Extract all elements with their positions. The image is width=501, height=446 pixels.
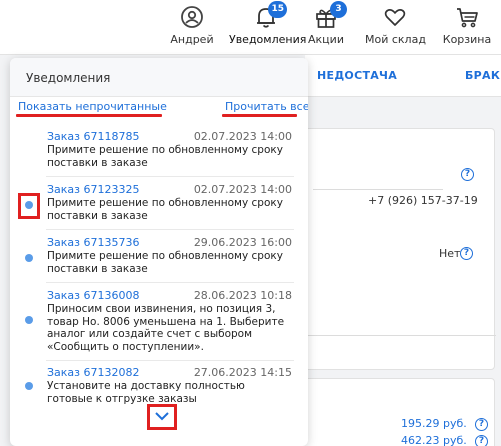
- highlight-box: [18, 193, 40, 219]
- background-tabs: НЕДОСТАЧА БРАК: [305, 55, 501, 97]
- read-all-link[interactable]: Прочитать все: [225, 100, 308, 113]
- gift-icon: 3: [313, 1, 347, 30]
- notification-item[interactable]: Заказ 67132082 27.06.2023 14:15 Установи…: [10, 366, 308, 406]
- nav-profile-label: Андрей: [170, 33, 214, 46]
- card-divider: [301, 335, 496, 336]
- cart-icon: [454, 4, 480, 30]
- chevron-down-icon: [155, 412, 169, 421]
- background-card-prices: 195.29 руб. ? 462.23 руб. ?: [300, 378, 495, 446]
- notifications-panel: Уведомления Показать непрочитанные Прочи…: [10, 58, 308, 446]
- nav-promotions[interactable]: 3 Акции: [302, 1, 350, 46]
- help-icon[interactable]: ?: [461, 168, 474, 181]
- notification-message: Примите решение по обновленному сроку по…: [47, 144, 283, 169]
- notification-date: 29.06.2023 16:00: [193, 236, 292, 249]
- nav-notifications[interactable]: 15 Уведомления: [229, 1, 307, 46]
- nav-promotions-label: Акции: [308, 33, 344, 46]
- top-header: Андрей 15 Уведомления 3 Акции Мой склад …: [0, 0, 501, 55]
- item-separator: [46, 176, 294, 177]
- help-icon[interactable]: ?: [460, 247, 473, 260]
- order-link[interactable]: Заказ 67118785: [47, 130, 140, 143]
- heart-icon: [382, 4, 408, 30]
- tab-shortage[interactable]: НЕДОСТАЧА: [317, 69, 397, 82]
- notification-message: Примите решение по обновленному сроку по…: [47, 197, 283, 222]
- phone-number: +7 (926) 157-37-19: [368, 194, 478, 207]
- panel-title: Уведомления: [26, 71, 111, 85]
- nav-cart[interactable]: Корзина: [437, 4, 497, 46]
- item-separator: [46, 360, 294, 361]
- highlight-underline: [16, 114, 162, 117]
- panel-divider: [10, 96, 308, 97]
- notification-date: 27.06.2023 14:15: [193, 366, 292, 379]
- notification-item[interactable]: Заказ 67135736 29.06.2023 16:00 Примите …: [10, 236, 308, 278]
- highlight-underline: [222, 114, 297, 117]
- background-card-info: ? +7 (926) 157-37-19 Нет ?: [300, 128, 496, 370]
- show-unread-link[interactable]: Показать непрочитанные: [18, 100, 167, 113]
- tab-defect[interactable]: БРАК: [465, 69, 500, 82]
- order-link[interactable]: Заказ 67136008: [47, 289, 140, 302]
- nav-notifications-label: Уведомления: [229, 33, 307, 46]
- nav-profile[interactable]: Андрей: [162, 4, 222, 46]
- notification-date: 02.07.2023 14:00: [193, 183, 292, 196]
- notification-date: 02.07.2023 14:00: [193, 130, 292, 143]
- nav-cart-label: Корзина: [442, 33, 492, 46]
- unread-dot: [25, 254, 33, 262]
- notifications-list: Заказ 67118785 02.07.2023 14:00 Примите …: [10, 126, 308, 406]
- notification-message: Примите решение по обновленному сроку по…: [47, 250, 283, 275]
- unread-dot: [25, 316, 33, 324]
- item-separator: [46, 229, 294, 230]
- notification-message: Установите на доставку полностью готовые…: [47, 380, 245, 405]
- price-value: 462.23 руб.: [401, 434, 467, 446]
- no-value: Нет: [439, 247, 461, 260]
- order-link[interactable]: Заказ 67123325: [47, 183, 140, 196]
- notification-item[interactable]: Заказ 67118785 02.07.2023 14:00 Примите …: [10, 130, 308, 172]
- notification-item[interactable]: Заказ 67136008 28.06.2023 10:18 Приносим…: [10, 289, 308, 355]
- item-separator: [46, 282, 294, 283]
- notification-message: Приносим свои извинения, но позиция 3, т…: [47, 303, 285, 353]
- order-link[interactable]: Заказ 67132082: [47, 366, 140, 379]
- unread-dot: [25, 382, 33, 390]
- nav-my-warehouse-label: Мой склад: [365, 33, 426, 46]
- user-icon: [179, 4, 205, 30]
- notification-item[interactable]: Заказ 67123325 02.07.2023 14:00 Примите …: [10, 183, 308, 225]
- notification-date: 28.06.2023 10:18: [193, 289, 292, 302]
- bell-icon: 15: [253, 1, 287, 30]
- promotions-badge: 3: [330, 1, 347, 18]
- price-value: 195.29 руб.: [401, 417, 467, 430]
- nav-my-warehouse[interactable]: Мой склад: [365, 4, 426, 46]
- notifications-badge: 15: [268, 1, 287, 18]
- help-icon[interactable]: ?: [475, 418, 488, 431]
- order-link[interactable]: Заказ 67135736: [47, 236, 140, 249]
- input-underline: [313, 189, 443, 190]
- help-icon[interactable]: ?: [475, 435, 488, 446]
- load-more-button[interactable]: [147, 404, 177, 430]
